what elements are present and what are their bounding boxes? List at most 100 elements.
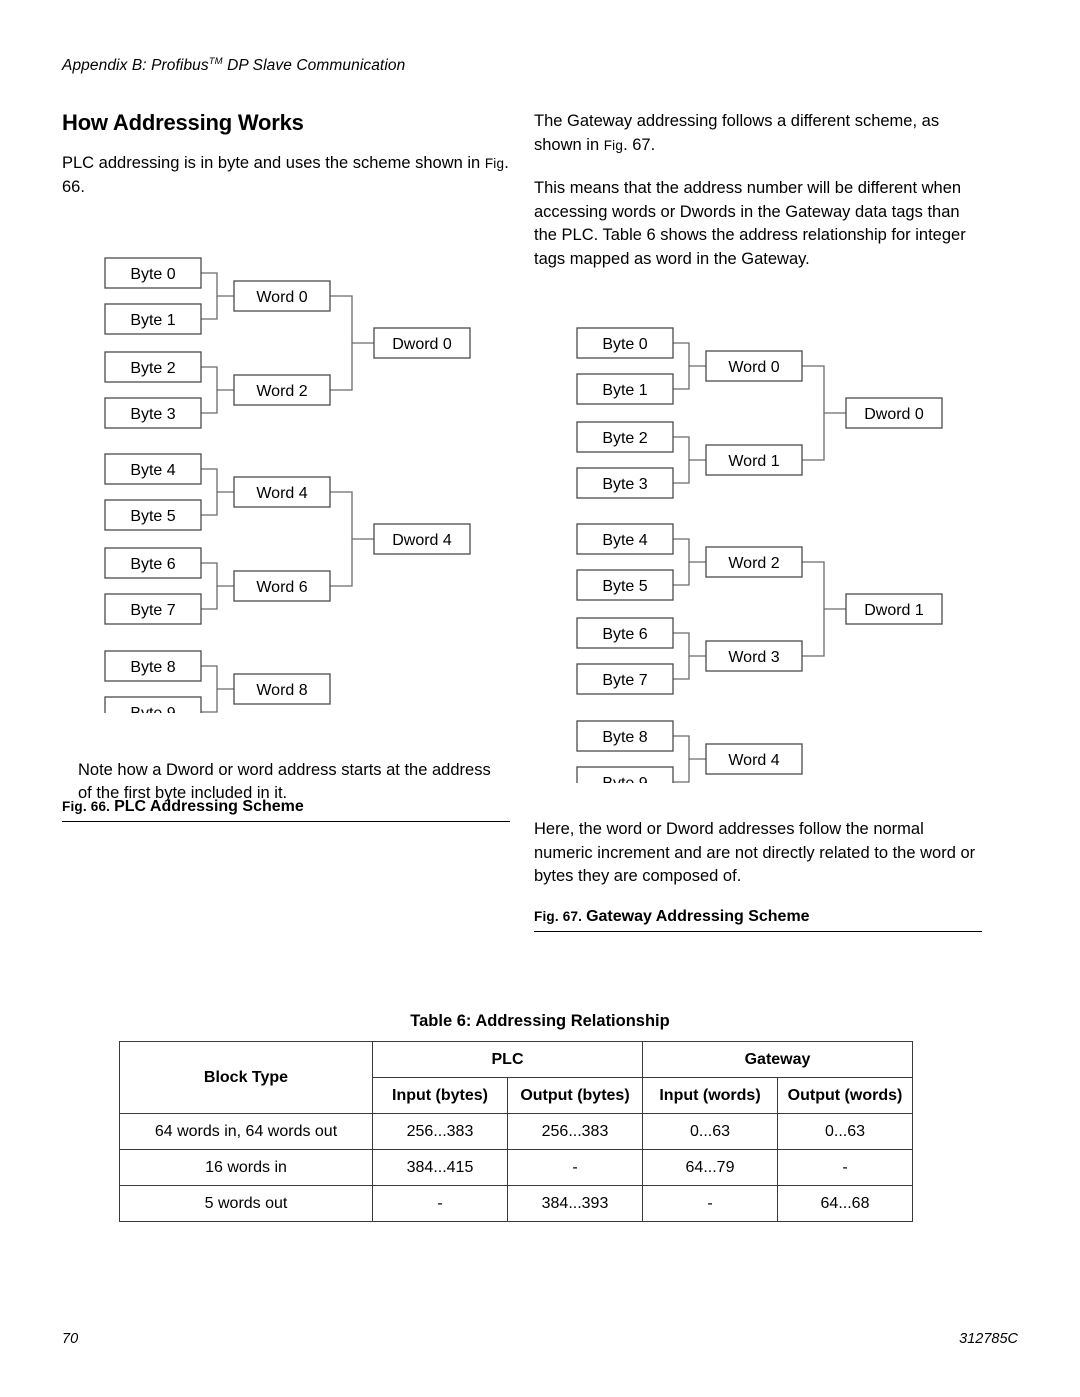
plc-word-node-2: Word 4 (233, 476, 331, 508)
plc-diagram-svg: Byte 0 Byte 1 Byte 2 Byte 3 Byte 4 Byte … (104, 257, 471, 728)
plc-byte-label-0: Byte 0 (130, 266, 175, 283)
gateway-byte-node-6: Byte 6 (576, 617, 674, 649)
gateway-byte-label-4: Byte 4 (602, 532, 647, 549)
table-row: 64 words in, 64 words out 256...383 256.… (119, 1113, 913, 1150)
gateway-byte-node-8: Byte 8 (576, 720, 674, 752)
gateway-dword-label-1: Dword 1 (864, 602, 924, 619)
plc-byte-node-6: Byte 6 (104, 547, 202, 579)
fig66-label: Fig (62, 799, 83, 814)
gateway-byte-label-5: Byte 5 (602, 578, 647, 595)
fig-reference-67: Fig (603, 137, 624, 153)
gateway-byte-label-8: Byte 8 (602, 729, 647, 746)
fig67-title: Gateway Addressing Scheme (586, 908, 810, 925)
plc-dword-node-0: Dword 0 (373, 327, 471, 359)
plc-byte-node-5: Byte 5 (104, 499, 202, 531)
plc-addressing-diagram: Byte 0 Byte 1 Byte 2 Byte 3 Byte 4 Byte … (62, 243, 510, 728)
cell-gateway-output: 0...63 (777, 1113, 913, 1150)
gateway-byte-label-3: Byte 3 (602, 476, 647, 493)
figure-caption-66: Fig. 66. PLC Addressing Scheme (62, 798, 510, 822)
footer-page-number: 70 (62, 1331, 79, 1347)
table-row: 5 words out - 384...393 - 64...68 (119, 1185, 913, 1222)
right-column: The Gateway addressing follows a differe… (534, 110, 982, 271)
fig66-number: . 66. (82, 799, 115, 814)
gateway-dword-node-0: Dword 0 (845, 397, 943, 429)
gateway-word-label-4: Word 4 (728, 752, 779, 769)
plc-byte-node-0: Byte 0 (104, 257, 202, 289)
gateway-byte-node-3: Byte 3 (576, 467, 674, 499)
gateway-byte-label-1: Byte 1 (602, 382, 647, 399)
plc-dword-label-1: Dword 4 (392, 532, 452, 549)
gateway-word-node-2: Word 2 (705, 546, 803, 578)
gateway-word-label-1: Word 1 (728, 453, 779, 470)
gateway-byte-node-5: Byte 5 (576, 569, 674, 601)
plc-word-label-1: Word 2 (256, 383, 307, 400)
fig66-title: PLC Addressing Scheme (114, 798, 304, 815)
plc-word-label-4: Word 8 (256, 682, 307, 699)
cell-plc-input: - (372, 1185, 508, 1222)
table-header-gateway-output: Output (words) (777, 1077, 913, 1114)
gateway-word-label-3: Word 3 (728, 649, 779, 666)
page-title: How Addressing Works (62, 110, 304, 135)
cell-gateway-input: 64...79 (642, 1149, 778, 1186)
table-title: Table 6: Addressing Relationship (410, 1012, 670, 1030)
running-head: Appendix B: ProfibusTM DP Slave Communic… (62, 56, 405, 75)
right-paragraph-1: The Gateway addressing follows a differe… (534, 110, 982, 157)
plc-byte-node-8: Byte 8 (104, 650, 202, 682)
trademark-symbol: TM (208, 56, 223, 67)
plc-byte-node-2: Byte 2 (104, 351, 202, 383)
gateway-dword-node-1: Dword 1 (845, 593, 943, 625)
gateway-word-node-4: Word 4 (705, 743, 803, 775)
left-intro-paragraph: PLC addressing is in byte and uses the s… (62, 152, 510, 199)
left-intro-part1: PLC addressing is in byte and uses the s… (62, 154, 485, 172)
plc-word-label-2: Word 4 (256, 485, 307, 502)
gateway-byte-node-1: Byte 1 (576, 373, 674, 405)
plc-byte-label-7: Byte 7 (130, 602, 175, 619)
gateway-byte-node-4: Byte 4 (576, 523, 674, 555)
right-p1-part2: . 67. (623, 135, 656, 154)
gateway-byte-label-6: Byte 6 (602, 626, 647, 643)
gateway-byte-label-7: Byte 7 (602, 672, 647, 689)
plc-byte-label-3: Byte 3 (130, 406, 175, 423)
cell-block-type: 16 words in (119, 1149, 373, 1186)
plc-byte-node-3: Byte 3 (104, 397, 202, 429)
cell-block-type: 5 words out (119, 1185, 373, 1222)
plc-word-label-0: Word 0 (256, 289, 307, 306)
gateway-word-node-0: Word 0 (705, 350, 803, 382)
gateway-diagram-svg: Byte 0 Byte 1 Byte 2 Byte 3 Byte 4 Byte … (576, 327, 943, 798)
table-header-row-groups: Block Type PLC Gateway (119, 1041, 913, 1114)
gateway-addressing-diagram: Byte 0 Byte 1 Byte 2 Byte 3 Byte 4 Byte … (534, 313, 982, 798)
right-paragraph-3: Here, the word or Dword addresses follow… (534, 820, 976, 885)
addressing-relationship-table: Block Type PLC Gateway Input (bytes) Out… (119, 1041, 913, 1222)
gateway-word-node-1: Word 1 (705, 444, 803, 476)
figure-caption-67: Fig. 67. Gateway Addressing Scheme (534, 908, 982, 932)
gateway-dword-label-0: Dword 0 (864, 406, 924, 423)
cell-gateway-output: - (777, 1149, 913, 1186)
running-head-text-before: Appendix B: Profibus (62, 57, 209, 75)
fig67-number: . 67. (554, 909, 587, 924)
plc-byte-label-8: Byte 8 (130, 659, 175, 676)
cell-plc-input: 384...415 (372, 1149, 508, 1186)
gateway-word-label-2: Word 2 (728, 555, 779, 572)
footer-document-number: 312785C (959, 1331, 1018, 1347)
gateway-byte-node-9: Byte 9 (576, 766, 674, 798)
plc-byte-label-6: Byte 6 (130, 556, 175, 573)
plc-dword-node-1: Dword 4 (373, 523, 471, 555)
cell-plc-output: 384...393 (507, 1185, 643, 1222)
gateway-word-label-0: Word 0 (728, 359, 779, 376)
plc-byte-node-4: Byte 4 (104, 453, 202, 485)
plc-dword-label-0: Dword 0 (392, 336, 452, 353)
plc-word-node-4: Word 8 (233, 673, 331, 705)
plc-byte-label-2: Byte 2 (130, 360, 175, 377)
table-row: 16 words in 384...415 - 64...79 - (119, 1149, 913, 1186)
table-header-plc-output: Output (bytes) (507, 1077, 643, 1114)
plc-byte-label-5: Byte 5 (130, 508, 175, 525)
cell-gateway-output: 64...68 (777, 1185, 913, 1222)
table-header-group-plc: PLC (372, 1041, 643, 1078)
table-header-plc-input: Input (bytes) (372, 1077, 508, 1114)
plc-byte-node-7: Byte 7 (104, 593, 202, 625)
plc-byte-node-1: Byte 1 (104, 303, 202, 335)
right-p1-part1: The Gateway addressing follows a differe… (534, 112, 940, 154)
cell-block-type: 64 words in, 64 words out (119, 1113, 373, 1150)
plc-word-node-3: Word 6 (233, 570, 331, 602)
gateway-byte-label-9: Byte 9 (602, 775, 647, 783)
